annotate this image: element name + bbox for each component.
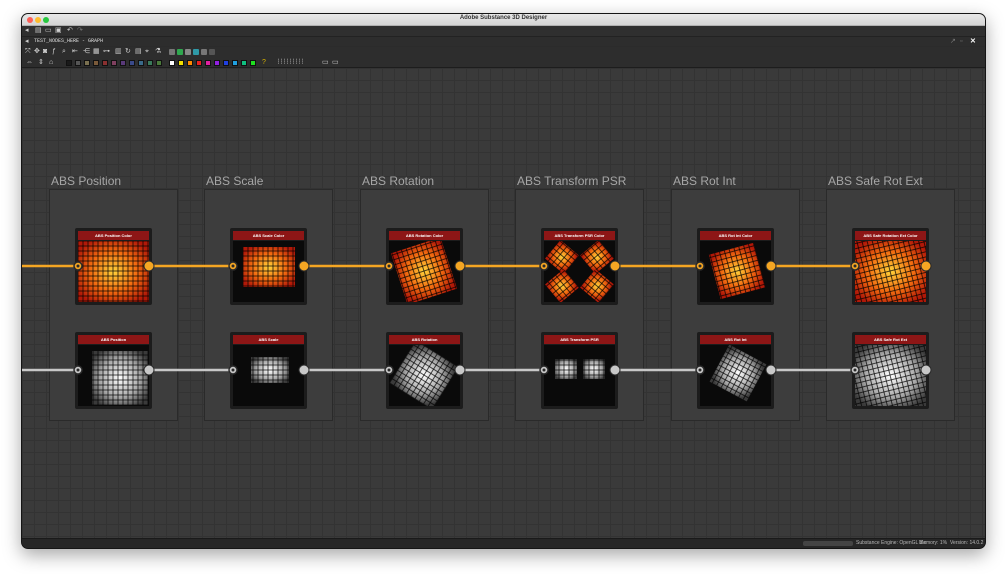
redo-icon[interactable]: ↷: [77, 26, 83, 35]
palette-swatch[interactable]: [120, 60, 126, 66]
graph-tab-icon: ◂: [25, 38, 29, 45]
refresh-icon[interactable]: ↻: [125, 47, 131, 56]
graph-canvas[interactable]: ABS Position ABS Scale ABS Rotation ABS …: [22, 68, 985, 538]
comment-edit-icon[interactable]: ▭: [332, 58, 339, 67]
palette-swatch[interactable]: [223, 60, 229, 66]
link-icon[interactable]: ⊶: [103, 47, 110, 56]
palette-swatch[interactable]: [84, 60, 90, 66]
arrows-icon[interactable]: ⇔: [26, 58, 33, 67]
memory-status: Memory: 1%: [919, 540, 948, 546]
palette-swatch[interactable]: [102, 60, 108, 66]
main-toolbar: ◂ ▤ ▭ ▣ ↶ ↷: [22, 26, 985, 37]
float-icon[interactable]: ▫: [960, 37, 962, 46]
search-icon[interactable]: ⌕: [62, 47, 66, 56]
open-folder-icon[interactable]: ▭: [45, 26, 52, 35]
layout-button-1[interactable]: [169, 49, 175, 55]
comment-icon[interactable]: ▤: [135, 47, 142, 56]
palette-swatch[interactable]: [214, 60, 220, 66]
close-tab-icon[interactable]: ✕: [970, 37, 976, 46]
version-status: Version: 14.0.2: [950, 540, 984, 546]
palette-swatch[interactable]: [250, 60, 256, 66]
function-icon[interactable]: ƒ: [52, 47, 56, 56]
layout-button-2[interactable]: [177, 49, 183, 55]
graph-tab-label[interactable]: TEST_NODES_HERE - GRAPH: [34, 38, 103, 44]
palette-swatch[interactable]: [205, 60, 211, 66]
align-icon[interactable]: ⇤: [72, 47, 78, 56]
palette-swatch[interactable]: [111, 60, 117, 66]
pin-node-icon[interactable]: ⌖: [145, 47, 149, 56]
engine-status: Substance Engine: OpenGL 3.x: [856, 540, 927, 546]
title-bar: Adobe Substance 3D Designer: [22, 14, 985, 26]
new-file-icon[interactable]: ▤: [35, 26, 42, 35]
center-icon[interactable]: ✥: [34, 47, 40, 56]
save-icon[interactable]: ▣: [55, 26, 62, 35]
lock-icon[interactable]: ⌂: [49, 58, 53, 67]
fit-view-icon[interactable]: ⤧: [25, 47, 31, 56]
pin-marker-icon[interactable]: ┆┆┆┆┆┆┆┆┆: [277, 58, 304, 67]
progress-bar: [803, 541, 853, 546]
share-icon[interactable]: ⋲: [83, 47, 90, 56]
frame-tool-icon[interactable]: ▥: [115, 47, 122, 56]
app-window: Adobe Substance 3D Designer ◂ ▤ ▭ ▣ ↶ ↷ …: [21, 13, 986, 549]
layout-button-5[interactable]: [201, 49, 207, 55]
palette-swatch[interactable]: [66, 60, 72, 66]
palette-swatch[interactable]: [138, 60, 144, 66]
palette-swatch[interactable]: [156, 60, 162, 66]
layout-button-4[interactable]: [193, 49, 199, 55]
undo-icon[interactable]: ↶: [67, 26, 73, 35]
palette-swatch[interactable]: [75, 60, 81, 66]
menu-icon[interactable]: ◂: [25, 26, 29, 35]
vertical-arrows-icon[interactable]: ⇕: [38, 58, 44, 67]
camera-icon[interactable]: ◙: [43, 47, 47, 56]
palette-swatch[interactable]: [129, 60, 135, 66]
comment-add-icon[interactable]: ▭: [322, 58, 329, 67]
palette-swatch[interactable]: [241, 60, 247, 66]
palette-swatch[interactable]: [196, 60, 202, 66]
pin-icon[interactable]: ↗: [950, 37, 956, 46]
palette-swatch[interactable]: [147, 60, 153, 66]
palette-swatch[interactable]: [187, 60, 193, 66]
palette-swatch[interactable]: [93, 60, 99, 66]
status-bar: Substance Engine: OpenGL 3.x Memory: 1% …: [22, 538, 985, 548]
color-ports: [73, 260, 932, 272]
palette-swatch[interactable]: [232, 60, 238, 66]
color-palette-bar: ⇔ ⇕ ⌂ ? ┆┆┆┆┆┆┆┆┆ ▭ ▭: [22, 58, 985, 68]
graph-toolbar: ⤧ ✥ ◙ ƒ ⌕ ⇤ ⋲ ▦ ⊶ ▥ ↻ ▤ ⌖ ⚗: [22, 47, 985, 58]
graph-tab-bar: ◂ TEST_NODES_HERE - GRAPH ↗ ▫ ✕: [22, 37, 985, 46]
flask-icon[interactable]: ⚗: [155, 47, 161, 56]
grid-icon[interactable]: ▦: [93, 47, 100, 56]
layout-button-3[interactable]: [185, 49, 191, 55]
help-icon[interactable]: ?: [262, 58, 266, 67]
gray-ports: [73, 364, 932, 376]
layout-button-6[interactable]: [209, 49, 215, 55]
ports-layer: [73, 260, 932, 376]
palette-swatch[interactable]: [178, 60, 184, 66]
app-title: Adobe Substance 3D Designer: [459, 15, 548, 21]
palette-swatch[interactable]: [169, 60, 175, 66]
